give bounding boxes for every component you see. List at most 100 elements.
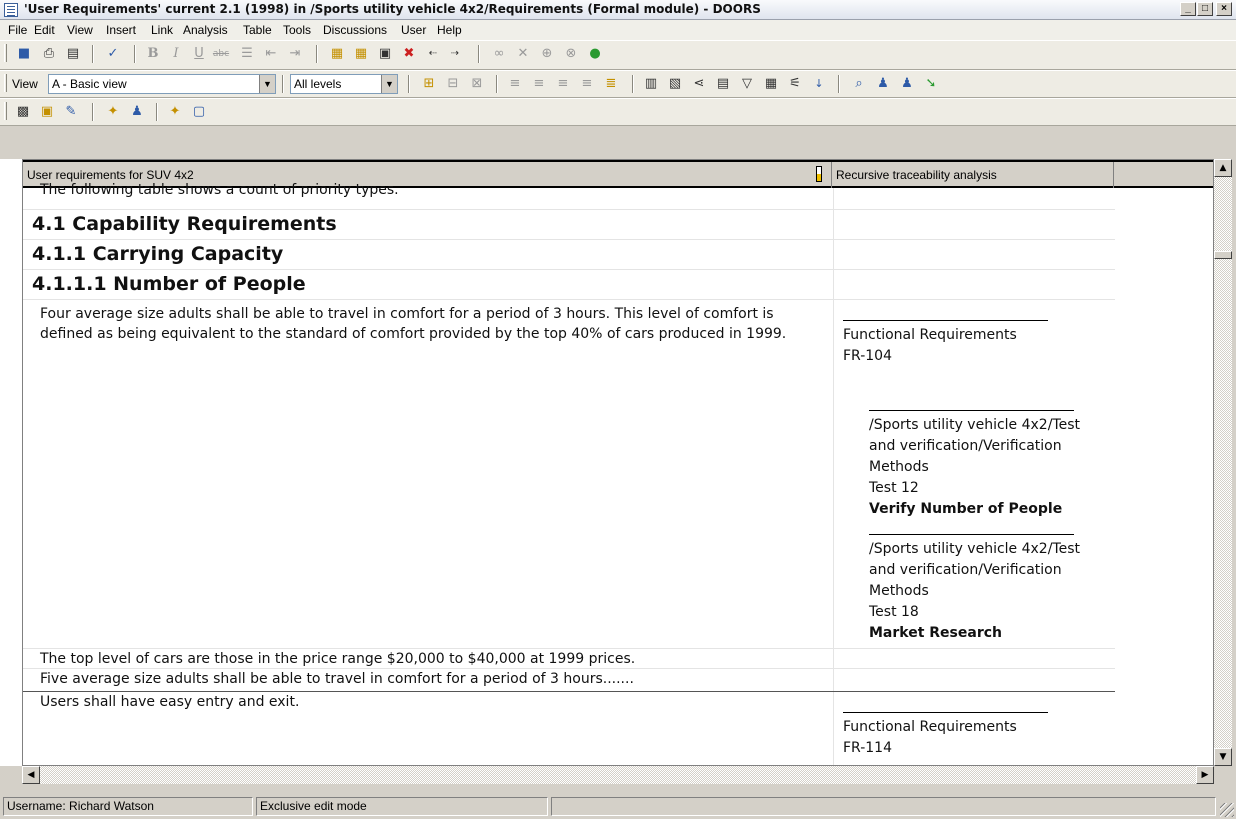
menu-tools[interactable]: Tools <box>283 23 311 37</box>
menu-insert[interactable]: Insert <box>106 23 136 37</box>
trace-object-id[interactable]: FR-114 <box>843 738 1115 759</box>
vertical-scroll-thumb[interactable] <box>1214 251 1232 259</box>
chevron-down-icon[interactable]: ▼ <box>381 75 397 93</box>
horizontal-scrollbar[interactable]: ◀ ▶ <box>22 766 1214 784</box>
comment-icon[interactable]: ▢ <box>190 103 208 121</box>
delete-object-icon[interactable]: ✖ <box>400 45 418 63</box>
column-header-traceability[interactable]: Recursive traceability analysis <box>832 162 1114 188</box>
insert-heading-icon[interactable]: ▦ <box>328 45 346 63</box>
trace-object-id[interactable]: Test 18 <box>869 602 1115 623</box>
view-graphics-icon[interactable]: ⊟ <box>444 75 462 93</box>
column-properties-icon[interactable]: ▧ <box>666 75 684 93</box>
table-row[interactable]: 4.1.1 Carrying Capacity <box>23 240 1115 270</box>
table-row[interactable]: Four average size adults shall be able t… <box>23 300 1115 649</box>
link-start-icon[interactable]: ⊕ <box>538 45 556 63</box>
table-icon[interactable]: ▤ <box>714 75 732 93</box>
menu-file[interactable]: File <box>8 23 27 37</box>
spellcheck-icon[interactable]: ✓ <box>104 45 122 63</box>
table-row[interactable]: 4.1 Capability Requirements <box>23 210 1115 240</box>
table-row[interactable]: 4.1.1.1 Number of People <box>23 270 1115 300</box>
view-outline-icon[interactable]: ⊞ <box>420 75 438 93</box>
menu-discussions[interactable]: Discussions <box>323 23 387 37</box>
new-discussion-icon[interactable]: ✦ <box>104 103 122 121</box>
view-select[interactable]: A - Basic view ▼ <box>48 74 276 94</box>
toolbar-separator <box>134 45 136 63</box>
menu-edit[interactable]: Edit <box>34 23 55 37</box>
italic-icon[interactable]: I <box>167 45 185 63</box>
link-icon[interactable]: ∞ <box>490 45 508 63</box>
doors-module-icon[interactable] <box>4 3 18 17</box>
discussion-user-icon[interactable]: ♟ <box>128 103 146 121</box>
bullet-list-icon[interactable]: ☰ <box>238 45 256 63</box>
menu-analysis[interactable]: Analysis <box>183 23 228 37</box>
view-select-value: A - Basic view <box>52 77 127 91</box>
filter-icon[interactable]: ▽ <box>738 75 756 93</box>
maximize-button[interactable]: □ <box>1197 2 1213 16</box>
resize-grip[interactable] <box>1220 803 1234 817</box>
menu-view[interactable]: View <box>67 23 93 37</box>
levels-select[interactable]: All levels ▼ <box>290 74 398 94</box>
minimize-button[interactable]: _ <box>1180 2 1196 16</box>
menu-table[interactable]: Table <box>243 23 272 37</box>
insert-below-icon[interactable]: ▦ <box>352 45 370 63</box>
scroll-right-icon[interactable]: ▶ <box>1196 766 1214 784</box>
user-find-next-icon[interactable]: ♟ <box>898 75 916 93</box>
align-right-icon[interactable]: ≡ <box>554 75 572 93</box>
vertical-scrollbar[interactable]: ▲ ▼ <box>1214 159 1232 766</box>
sort-az-icon[interactable]: ↓ <box>810 75 828 93</box>
compound-filter-icon[interactable]: ⚟ <box>786 75 804 93</box>
toolbar-grip[interactable] <box>4 74 7 92</box>
table-row[interactable]: Users shall have easy entry and exit. Fu… <box>23 692 1115 765</box>
toolbar-separator <box>408 75 410 93</box>
scroll-left-icon[interactable]: ◀ <box>22 766 40 784</box>
trace-object-id[interactable]: Test 12 <box>869 478 1115 499</box>
user-find-icon[interactable]: ♟ <box>874 75 892 93</box>
scroll-up-icon[interactable]: ▲ <box>1214 159 1232 177</box>
sort-icon[interactable]: ▦ <box>762 75 780 93</box>
trace-module: Functional Requirements <box>843 327 1017 343</box>
increase-indent-icon[interactable]: ⇥ <box>286 45 304 63</box>
demote-icon[interactable]: ⇢ <box>446 45 464 63</box>
column-format-icon[interactable]: ≣ <box>602 75 620 93</box>
justify-icon[interactable]: ≡ <box>578 75 596 93</box>
save-icon[interactable]: ■ <box>15 45 33 63</box>
next-arrow-icon[interactable]: ➘ <box>922 75 940 93</box>
baseline-icon[interactable]: ▩ <box>14 103 32 121</box>
toolbar-grip[interactable] <box>4 102 7 120</box>
find-icon[interactable]: ⌕ <box>850 75 868 93</box>
underline-icon[interactable]: U <box>190 45 208 63</box>
menu-user[interactable]: User <box>401 23 426 37</box>
menu-link[interactable]: Link <box>151 23 173 37</box>
column-insert-icon[interactable]: ▥ <box>642 75 660 93</box>
toolbar-grip[interactable] <box>4 44 7 62</box>
align-center-icon[interactable]: ≡ <box>530 75 548 93</box>
new-comment-icon[interactable]: ✦ <box>166 103 184 121</box>
align-left-icon[interactable]: ≡ <box>506 75 524 93</box>
menu-help[interactable]: Help <box>437 23 462 37</box>
promote-icon[interactable]: ⇠ <box>424 45 442 63</box>
heading-4-1-1-1: 4.1.1.1 Number of People <box>32 273 306 295</box>
trace-cell <box>833 210 1115 239</box>
insert-object-icon[interactable]: ▣ <box>376 45 394 63</box>
scroll-down-icon[interactable]: ▼ <box>1214 748 1232 766</box>
traceability-icon[interactable]: ⋖ <box>690 75 708 93</box>
properties-icon[interactable]: ▤ <box>64 45 82 63</box>
toolbar-view: View A - Basic view ▼ All levels ▼ ⊞ ⊟ ⊠… <box>0 70 1236 98</box>
unlink-icon[interactable]: ✕ <box>514 45 532 63</box>
table-row[interactable]: The following table shows a count of pri… <box>23 182 1115 210</box>
view-tree-icon[interactable]: ⊠ <box>468 75 486 93</box>
decrease-indent-icon[interactable]: ⇤ <box>262 45 280 63</box>
table-row[interactable]: The top level of cars are those in the p… <box>23 649 1115 669</box>
close-button[interactable]: × <box>1216 2 1232 16</box>
edit-mode-icon[interactable]: ✎ <box>62 103 80 121</box>
link-end-icon[interactable]: ⊗ <box>562 45 580 63</box>
history-icon[interactable]: ▣ <box>38 103 56 121</box>
toolbar-standard: ■ ⎙ ▤ ✓ B I U abc ☰ ⇤ ⇥ ▦ ▦ ▣ ✖ ⇠ ⇢ ∞ ✕ … <box>0 40 1236 70</box>
link-globe-icon[interactable]: ● <box>586 45 604 63</box>
trace-object-id[interactable]: FR-104 <box>843 346 1115 367</box>
table-row[interactable]: Five average size adults shall be able t… <box>23 669 1115 692</box>
chevron-down-icon[interactable]: ▼ <box>259 75 275 93</box>
bold-icon[interactable]: B <box>144 45 162 63</box>
print-icon[interactable]: ⎙ <box>40 45 58 63</box>
strikethrough-icon[interactable]: abc <box>212 45 230 63</box>
